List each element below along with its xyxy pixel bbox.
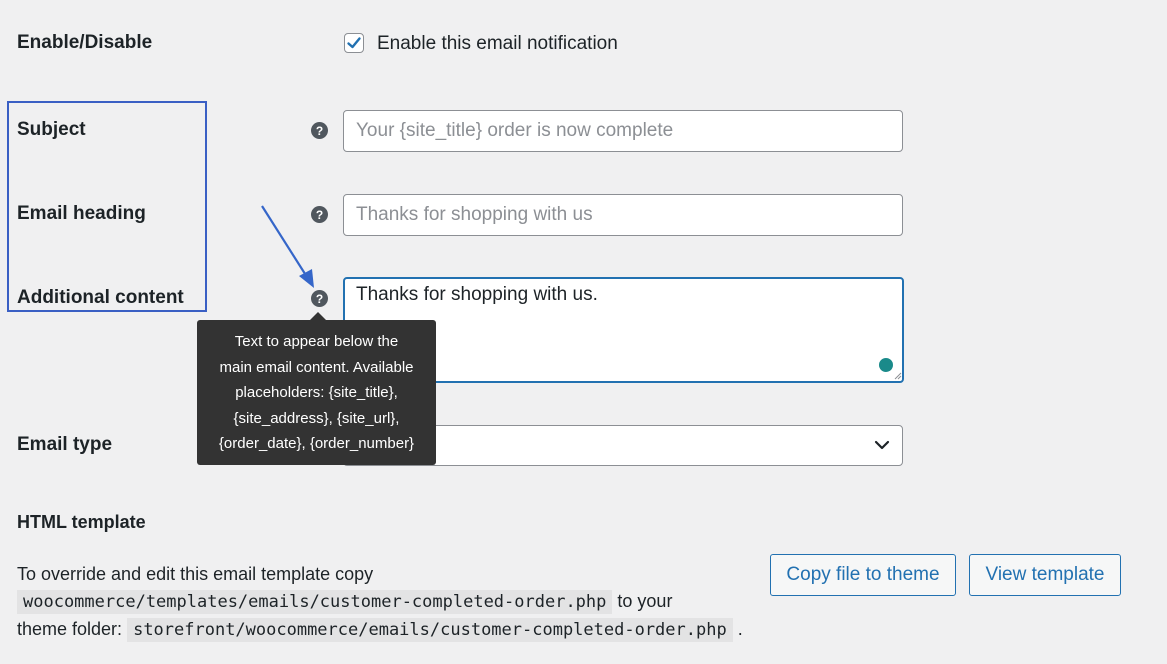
tooltip-arrow [310, 312, 326, 320]
theme-path-code: storefront/woocommerce/emails/customer-c… [127, 618, 733, 642]
html-template-heading: HTML template [17, 512, 146, 532]
description-text: To override and edit this email template… [17, 564, 374, 584]
subject-input[interactable] [343, 110, 903, 152]
email-type-label: Email type [17, 434, 113, 455]
description-text: . [737, 619, 743, 639]
grammar-check-dot[interactable] [879, 358, 893, 372]
chevron-down-icon [874, 440, 890, 450]
subject-help-icon[interactable]: ? [311, 122, 328, 139]
resize-handle-icon[interactable] [894, 372, 902, 380]
tooltip-line: Text to appear below the [234, 333, 399, 350]
html-template-description: To override and edit this email template… [17, 561, 757, 644]
description-line-2: woocommerce/templates/emails/customer-co… [17, 588, 757, 616]
help-tooltip: Text to appear below the main email cont… [197, 320, 436, 465]
email-heading-input[interactable] [343, 194, 903, 236]
enable-notification-checkbox[interactable] [344, 33, 364, 53]
annotation-arrow [261, 205, 314, 288]
copy-file-to-theme-button[interactable]: Copy file to theme [770, 554, 956, 596]
view-template-button[interactable]: View template [969, 554, 1121, 596]
description-text: theme folder: [17, 619, 123, 639]
additional-content-help-icon[interactable]: ? [311, 290, 328, 307]
email-heading-label: Email heading [17, 203, 146, 224]
template-path-code: woocommerce/templates/emails/customer-co… [17, 590, 613, 614]
additional-content-label: Additional content [17, 287, 184, 308]
description-line-1: To override and edit this email template… [17, 561, 757, 588]
enable-notification-label[interactable]: Enable this email notification [377, 33, 618, 55]
tooltip-line: placeholders: {site_title}, [235, 384, 398, 401]
subject-label: Subject [17, 119, 86, 140]
description-text: to your [617, 591, 673, 611]
tooltip-line: {site_address}, {site_url}, [233, 409, 400, 427]
tooltip-line: {order_date}, {order_number} [218, 435, 415, 452]
description-line-3: theme folder: storefront/woocommerce/ema… [17, 616, 757, 644]
enable-disable-label: Enable/Disable [17, 32, 153, 53]
checkmark-icon [347, 37, 361, 49]
tooltip-line: main email content. Available [219, 358, 414, 376]
